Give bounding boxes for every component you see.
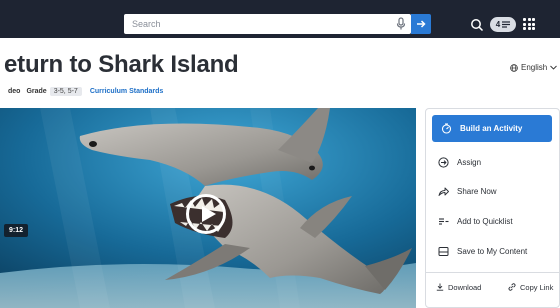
build-activity-button[interactable]: Build an Activity [432, 115, 552, 142]
copy-link[interactable]: Copy Link [508, 281, 553, 293]
arrow-right-icon [417, 20, 426, 28]
grade-value: 3-5, 5-7 [49, 86, 82, 96]
quicklist-count-badge[interactable]: 4 [490, 17, 516, 32]
panel-divider [425, 272, 560, 273]
download-label: Download [448, 282, 482, 292]
language-label: English [521, 63, 548, 72]
page-title: eturn to Shark Island [4, 51, 239, 78]
save-to-my-content-action[interactable]: Save to My Content [438, 243, 527, 259]
language-selector[interactable]: English [510, 63, 558, 72]
share-icon [438, 187, 449, 196]
grade-label: Grade [26, 87, 47, 95]
grid-icon[interactable] [523, 18, 535, 30]
badge-count: 4 [495, 20, 501, 29]
search-input[interactable] [132, 17, 382, 31]
share-now-action[interactable]: Share Now [438, 183, 497, 199]
resource-meta: deo Grade 3-5, 5-7 Curriculum Standards [8, 85, 163, 97]
quicklist-icon [439, 217, 449, 225]
resource-type: deo [8, 87, 21, 95]
build-activity-label: Build an Activity [460, 124, 523, 133]
search-icon[interactable] [470, 18, 484, 32]
assign-label: Assign [457, 157, 482, 167]
add-to-quicklist-label: Add to Quicklist [457, 216, 513, 226]
save-icon [438, 246, 449, 256]
share-now-label: Share Now [457, 186, 497, 196]
list-icon [502, 21, 511, 28]
play-button[interactable] [186, 194, 226, 234]
link-icon [508, 283, 516, 291]
search-submit-button[interactable] [411, 14, 431, 34]
curriculum-standards-link[interactable]: Curriculum Standards [90, 88, 164, 95]
chevron-down-icon [550, 65, 558, 70]
assign-action[interactable]: Assign [438, 154, 481, 170]
mic-icon[interactable] [395, 17, 407, 31]
arrow-circle-icon [438, 156, 449, 168]
globe-icon [510, 63, 518, 72]
search-box[interactable] [124, 14, 411, 34]
save-to-my-content-label: Save to My Content [457, 246, 528, 256]
add-to-quicklist-action[interactable]: Add to Quicklist [438, 213, 513, 229]
copy-link-label: Copy Link [520, 282, 554, 292]
download-icon [436, 283, 444, 291]
download-link[interactable]: Download [436, 281, 481, 293]
stopwatch-icon [441, 123, 452, 134]
video-duration: 9:12 [4, 224, 29, 237]
play-icon [202, 206, 216, 222]
